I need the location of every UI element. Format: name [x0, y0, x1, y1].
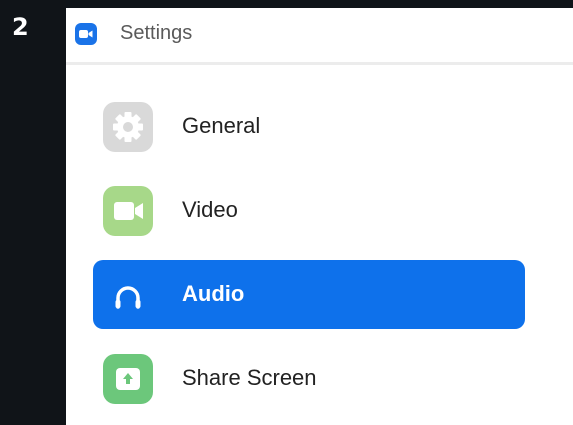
settings-window: Settings General Video Audio Share Scree…	[66, 8, 573, 425]
title-bar: Settings	[66, 8, 573, 65]
step-number: 2	[12, 13, 29, 41]
sidebar-item-video[interactable]: Video	[93, 176, 525, 245]
sidebar-item-audio[interactable]: Audio	[93, 260, 525, 329]
share-screen-icon	[103, 354, 153, 404]
sidebar-item-share-screen[interactable]: Share Screen	[93, 344, 525, 413]
zoom-app-icon	[75, 23, 97, 45]
step-badge: 2	[0, 0, 66, 425]
headphones-icon	[103, 270, 153, 320]
sidebar-item-label: General	[182, 113, 261, 138]
video-camera-icon	[103, 186, 153, 236]
sidebar-item-label: Audio	[182, 281, 245, 306]
window-title: Settings	[120, 22, 193, 44]
sidebar-item-label: Video	[182, 197, 238, 222]
sidebar-item-general[interactable]: General	[93, 92, 525, 161]
sidebar-item-label: Share Screen	[182, 365, 317, 390]
gear-icon	[103, 102, 153, 152]
